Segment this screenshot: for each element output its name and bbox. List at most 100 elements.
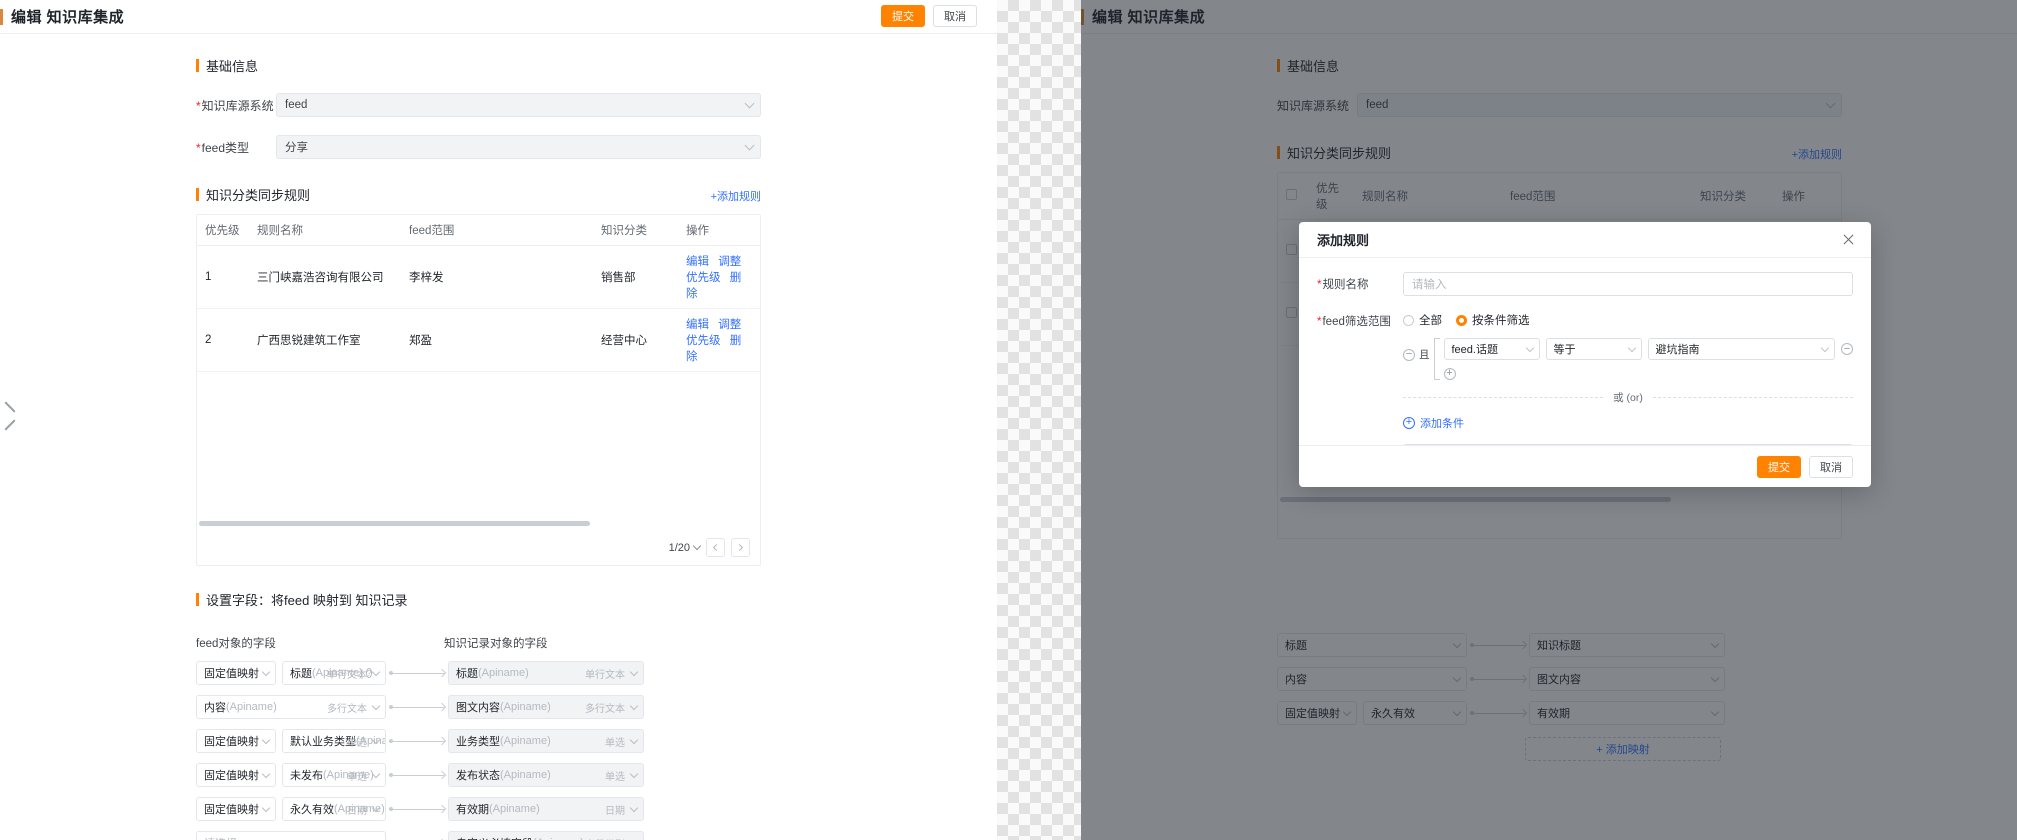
- arrow-right-icon: [1470, 676, 1525, 681]
- dialog-title: 添加规则: [1317, 233, 1370, 248]
- right-source-system-select[interactable]: feed: [1357, 93, 1842, 117]
- row-edit-link[interactable]: 编辑: [686, 319, 709, 331]
- knowledge-category-select[interactable]: 知识分类1: [1403, 443, 1853, 445]
- source-field-select[interactable]: 永久有效 (Apiname) 日期: [282, 797, 386, 821]
- row-edit-link[interactable]: 编辑: [686, 256, 709, 268]
- arrow-right-icon: [1470, 710, 1525, 715]
- mapping-arrow: [386, 738, 448, 743]
- chevron-left-icon-bottom: [4, 419, 16, 431]
- screen-root: 编辑 知识库集成 提交 取消 基础信息 *知识库源系统 feed *feed类型…: [0, 0, 2017, 840]
- row-checkbox[interactable]: [1286, 244, 1297, 255]
- col-actions: 操作: [1774, 173, 1841, 220]
- dialog-cancel-button[interactable]: 取消: [1809, 455, 1853, 478]
- right-add-mapping-button[interactable]: + 添加映射: [1525, 737, 1721, 761]
- mapping-arrow: [1467, 676, 1529, 681]
- section-sync-rules-title: 知识分类同步规则: [206, 188, 311, 203]
- target-field-apiname: (Apiname): [489, 803, 540, 815]
- right-mapping-row: 标题 知识标题: [1277, 633, 1842, 657]
- source-field-select[interactable]: 内容 (Apiname) 多行文本: [196, 695, 386, 719]
- submit-button[interactable]: 提交: [881, 5, 925, 27]
- feed-type-select[interactable]: 分享: [276, 135, 761, 159]
- mapping-source: 固定值映射 永久有效 (Apiname) 日期: [196, 797, 386, 821]
- target-field-select[interactable]: 业务类型 (Apiname) 单选: [448, 729, 644, 753]
- next-page-button[interactable]: [731, 538, 750, 557]
- source-field-select[interactable]: 未发布 (Apiname) 单选: [282, 763, 386, 787]
- col-knowledge-category: 知识分类: [1692, 173, 1774, 220]
- right-section-sync-rules: 知识分类同步规则 +添加规则: [1277, 143, 1842, 162]
- condition-operator-select[interactable]: 等于: [1545, 338, 1642, 360]
- remove-condition-icon[interactable]: −: [1841, 343, 1853, 355]
- target-field-select[interactable]: 发布状态 (Apiname) 单选: [448, 763, 644, 787]
- target-field-select[interactable]: 标题 (Apiname) 单行文本: [448, 661, 644, 685]
- mapping-mode-select[interactable]: 固定值映射: [196, 797, 276, 821]
- dialog-submit-button[interactable]: 提交: [1757, 455, 1801, 478]
- prev-page-button[interactable]: [706, 538, 725, 557]
- row-checkbox[interactable]: [1286, 307, 1297, 318]
- condition-bracket: [1433, 338, 1440, 380]
- section-accent: [196, 593, 199, 606]
- cancel-button[interactable]: 取消: [933, 5, 977, 27]
- right-target-field-select[interactable]: 有效期: [1529, 701, 1725, 725]
- table-horizontal-scrollbar[interactable]: [199, 520, 758, 527]
- mapping-mode-select[interactable]: 固定值映射: [196, 661, 276, 685]
- page-size-select[interactable]: 1/20: [669, 542, 702, 554]
- mapping-target-header: 知识记录对象的字段: [444, 638, 548, 650]
- table-row[interactable]: 2 广西思锐建筑工作室 郑盈 经营中心 编辑 调整优先级 删除: [197, 308, 760, 372]
- right-source-field-select[interactable]: 标题: [1277, 633, 1467, 657]
- mapping-mode-select[interactable]: 固定值映射: [196, 729, 276, 753]
- chevron-down-icon: [629, 769, 639, 779]
- close-icon[interactable]: [1842, 233, 1855, 246]
- add-condition-button[interactable]: + 添加条件: [1403, 415, 1853, 431]
- target-field-select[interactable]: 有效期 (Apiname) 日期: [448, 797, 644, 821]
- add-rule-link[interactable]: +添加规则: [711, 188, 761, 204]
- radio-option-all[interactable]: 全部: [1403, 312, 1442, 328]
- required-marker: *: [196, 140, 201, 155]
- scrollbar-thumb[interactable]: [199, 521, 591, 526]
- scrollbar-thumb[interactable]: [1280, 497, 1672, 502]
- source-field-select[interactable]: 默认业务类型(Apina... 单选: [282, 729, 386, 753]
- select-all-checkbox[interactable]: [1286, 189, 1297, 200]
- radio-icon: [1403, 314, 1414, 326]
- right-target-field-select[interactable]: 图文内容: [1529, 667, 1725, 691]
- right-mapping-source: 标题: [1277, 633, 1467, 657]
- chevron-down-icon: [1710, 673, 1720, 683]
- chevron-down-icon: [261, 769, 271, 779]
- table-row[interactable]: 1 三门峡嘉浩咨询有限公司 李梓发 销售部 编辑 调整优先级 删除: [197, 245, 760, 309]
- add-condition-inline-icon[interactable]: +: [1443, 367, 1456, 380]
- target-field-select[interactable]: 图文内容 (Apiname) 多行文本: [448, 695, 644, 719]
- right-mapping-mode-select[interactable]: 固定值映射: [1277, 701, 1357, 725]
- cell-feed-scope: 李梓发: [401, 245, 593, 309]
- chevron-down-icon: [629, 667, 639, 677]
- source-system-select[interactable]: feed: [276, 93, 761, 117]
- or-separator-label: 或 (or): [1613, 391, 1643, 404]
- condition-field-select[interactable]: feed.话题: [1443, 338, 1540, 360]
- cell-knowledge-category: 销售部: [593, 245, 678, 309]
- remove-group-icon[interactable]: −: [1403, 348, 1415, 361]
- rule-name-input[interactable]: 请输入: [1403, 272, 1853, 296]
- target-field-select[interactable]: 自定义必填字段(Apiname) 字段类型: [448, 831, 644, 840]
- radio-option-filtered[interactable]: 按条件筛选: [1456, 312, 1530, 328]
- mapping-mode-select[interactable]: 固定值映射: [196, 763, 276, 787]
- col-select-all[interactable]: [1278, 173, 1308, 220]
- right-source-field-select[interactable]: 内容: [1277, 667, 1467, 691]
- condition-value-select[interactable]: 避坑指南: [1647, 338, 1835, 360]
- source-field-name: 未发布: [290, 770, 323, 782]
- source-system-value: feed: [285, 99, 308, 111]
- table-pagination: 1/20: [197, 530, 760, 565]
- source-field-select[interactable]: 请选择: [196, 831, 386, 840]
- right-target-field-select[interactable]: 知识标题: [1529, 633, 1725, 657]
- source-field-select[interactable]: 标题 (Apiname)? 单行文本: [282, 661, 386, 685]
- right-table-horizontal-scrollbar[interactable]: [1280, 496, 1839, 503]
- chevron-left-icon-top: [4, 401, 16, 413]
- collapse-panel-handle[interactable]: [0, 390, 16, 446]
- cell-feed-scope: 郑盈: [401, 308, 593, 372]
- mapping-target: 发布状态 (Apiname) 单选: [448, 763, 644, 787]
- condition-value-value: 避坑指南: [1655, 344, 1700, 356]
- chevron-right-icon: [735, 543, 744, 552]
- right-source-field-select[interactable]: 永久有效: [1363, 701, 1467, 725]
- rule-name-placeholder: 请输入: [1412, 279, 1447, 291]
- right-add-rule-link[interactable]: +添加规则: [1792, 146, 1842, 162]
- col-actions: 操作: [678, 215, 760, 246]
- source-field-name: 标题: [290, 668, 312, 680]
- cell-priority: 2: [197, 308, 249, 372]
